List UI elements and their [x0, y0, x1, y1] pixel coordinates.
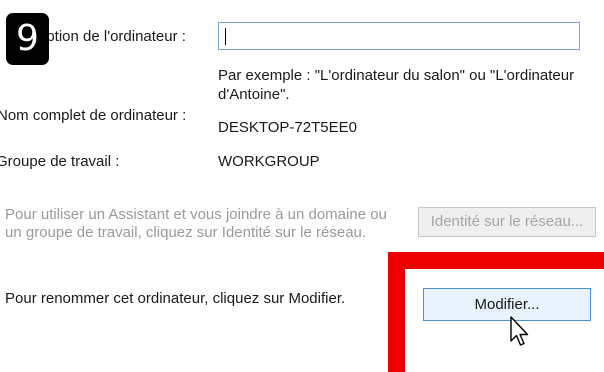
network-id-instructions: Pour utiliser un Assistant et vous joind… — [5, 206, 387, 241]
full-computer-name-value: DESKTOP-72T5EE0 — [218, 119, 357, 136]
network-id-button[interactable]: Identité sur le réseau... — [418, 207, 596, 237]
arrow-pointer-icon — [510, 316, 529, 346]
computer-description-input[interactable] — [218, 22, 580, 50]
full-computer-name-label: Nom complet de ordinateur : — [0, 107, 187, 124]
computer-description-label: ription de l'ordinateur : — [38, 28, 186, 45]
step-number-badge: 9 — [6, 13, 49, 65]
description-example-hint: Par exemple : "L'ordinateur du salon" ou… — [218, 67, 575, 103]
modify-button[interactable]: Modifier... — [423, 288, 591, 321]
rename-instructions: Pour renommer cet ordinateur, cliquez su… — [5, 290, 346, 307]
workgroup-value: WORKGROUP — [218, 153, 320, 170]
text-caret — [225, 28, 226, 45]
workgroup-label: Groupe de travail : — [0, 153, 120, 170]
